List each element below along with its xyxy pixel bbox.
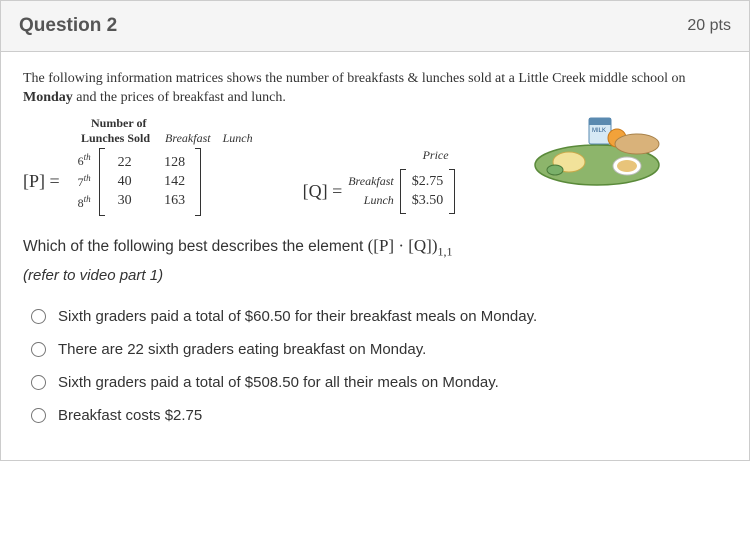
svg-text:MILK: MILK xyxy=(592,128,606,134)
option-4-label: Breakfast costs $2.75 xyxy=(58,407,202,424)
question-header: Question 2 20 pts xyxy=(0,0,750,52)
option-1[interactable]: Sixth graders paid a total of $60.50 for… xyxy=(31,308,727,325)
option-3-label: Sixth graders paid a total of $508.50 fo… xyxy=(58,374,499,391)
question-content: The following information matrices shows… xyxy=(0,52,750,461)
refer-text: (refer to video part 1) xyxy=(23,267,727,284)
matrix-p-cells: 22128 40142 30163 xyxy=(105,148,195,216)
option-2-label: There are 22 sixth graders eating breakf… xyxy=(58,341,426,358)
answer-options: Sixth graders paid a total of $60.50 for… xyxy=(31,308,727,424)
question-points: 20 pts xyxy=(687,17,731,35)
matrix-q-row-labels: Breakfast Lunch xyxy=(348,170,394,212)
option-3[interactable]: Sixth graders paid a total of $508.50 fo… xyxy=(31,374,727,391)
option-2[interactable]: There are 22 sixth graders eating breakf… xyxy=(31,341,727,358)
matrices-row: Number of Lunches Sold Breakfast Lunch [… xyxy=(23,116,727,216)
matrix-p-title2: Lunches Sold xyxy=(81,131,150,145)
matrix-p-col1: Breakfast xyxy=(165,131,211,145)
matrix-p-title1: Number of xyxy=(91,116,253,131)
matrix-q-eq: [Q] = xyxy=(303,181,343,202)
lunch-tray-icon: MILK xyxy=(527,110,667,190)
matrix-p-eq: [P] = xyxy=(23,171,60,192)
intro-text: The following information matrices shows… xyxy=(23,70,727,108)
option-3-radio[interactable] xyxy=(31,375,46,390)
option-1-radio[interactable] xyxy=(31,309,46,324)
matrix-q-cells: $2.75 $3.50 xyxy=(406,169,450,214)
matrix-p-col2: Lunch xyxy=(223,131,253,145)
question-text: Which of the following best describes th… xyxy=(23,236,727,259)
option-4[interactable]: Breakfast costs $2.75 xyxy=(31,407,727,424)
matrix-q: Price [Q] = Breakfast Lunch $2.75 $3.50 xyxy=(303,148,456,214)
matrix-p: Number of Lunches Sold Breakfast Lunch [… xyxy=(23,116,253,216)
matrix-p-row-labels: 6th 7th 8th xyxy=(78,148,91,215)
matrix-q-title: Price xyxy=(423,148,456,163)
option-2-radio[interactable] xyxy=(31,342,46,357)
option-4-radio[interactable] xyxy=(31,408,46,423)
question-title: Question 2 xyxy=(19,15,117,37)
option-1-label: Sixth graders paid a total of $60.50 for… xyxy=(58,308,537,325)
